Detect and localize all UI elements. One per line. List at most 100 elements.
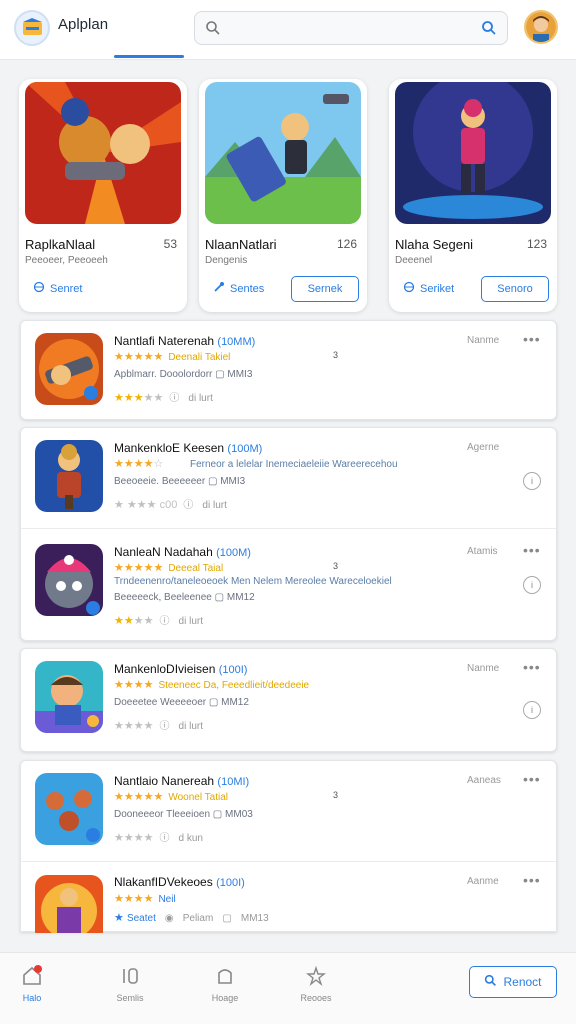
search-bar[interactable] [194,11,508,45]
nav-hoage[interactable]: Hoage [195,965,255,1003]
search-icon [484,974,497,990]
download-size-icon: ▢ [222,913,232,924]
bottom-navigation: Halo Semlis Hoage Reooes Renoct [0,952,576,1024]
featured-game-art [205,82,361,224]
app-meta: Beeeeeck, Beeleenee ▢ MM12 [114,592,255,603]
action-label: Renoct [503,975,542,989]
list-item[interactable]: MankenkloE Keesen (100M) Agerne ★★★★☆ Fe… [21,428,556,528]
app-side-number: 3 [333,790,339,800]
app-list-card: Nantlafi Naterenah (10MM) Nanme ••• ★★★★… [20,320,557,420]
more-options-icon[interactable]: ••• [523,542,541,558]
featured-action-button[interactable]: Sernek [291,276,359,302]
app-meta: Beeoeeie. Beeeeeer ▢ MMI3 [114,476,246,487]
globe-icon [403,281,415,296]
app-icon [35,875,103,933]
nav-label: Reooes [300,993,332,1003]
app-rating: ★ ★★★ c00 ⓘ di lurt [114,499,227,511]
app-stars: ★★★★★ Deeeal Taial [114,562,224,574]
featured-link-button[interactable]: Sentes [213,281,264,296]
app-rating: ★ Seatet ◉ Peliam ▢ MM13 [114,912,269,924]
download-size-icon: ▢ [207,476,218,487]
active-tab-indicator [114,55,184,58]
featured-card[interactable]: Nlaha Segeni 123 Deeenel Seriket Senoro [389,79,557,312]
app-list-card: Nantlaio Nanereah (10MI) Aaneas ••• ★★★★… [20,760,557,933]
wrench-icon [213,281,225,296]
featured-link-button[interactable]: Senret [33,281,82,296]
featured-card[interactable]: RaplkaNlaal 53 Peeoeer, Peeoeeh Senret [19,79,187,312]
app-rating: ★★★★ ⓘ d kun [114,832,203,844]
featured-title: NlaanNatlari [205,237,277,252]
app-stars: ★★★★ Steeneec Da, Feeedlieit/deedeeie [114,679,310,691]
top-app-bar: Aplplan [0,0,576,60]
app-meta: Dooneeeor Tleeeioen ▢ MM03 [114,809,253,820]
app-icon [35,544,103,616]
app-description: Ferneor a lelelar Inemeciaeleiie Wareere… [190,459,398,470]
app-rating: ★★★★ ⓘ di lurt [114,720,203,732]
app-list-card: MankenkloE Keesen (100M) Agerne ★★★★☆ Fe… [20,427,557,641]
search-action-button[interactable]: Renoct [469,966,557,998]
info-icon: ⓘ [159,616,170,627]
featured-number: 53 [163,237,177,251]
clock-icon[interactable]: i [523,701,541,719]
more-options-icon[interactable]: ••• [523,331,541,347]
app-title: Nantlaio Nanereah (10MI) [114,774,250,788]
app-tag: Nanme [467,663,500,674]
app-tag: Aaneas [467,775,501,786]
app-icon [35,773,103,845]
app-logo[interactable] [14,10,50,46]
bag-icon [195,965,255,987]
list-item[interactable]: Nantlafi Naterenah (10MM) Nanme ••• ★★★★… [21,321,556,421]
featured-game-art [25,82,181,224]
featured-subtitle: Deeenel [395,255,433,266]
search-icon [205,20,221,41]
app-title: MankenloDIvieisen (100I) [114,662,248,676]
info-icon: ◉ [164,913,174,924]
featured-action-button[interactable]: Senoro [481,276,549,302]
clock-icon[interactable]: i [523,576,541,594]
app-title: MankenkloE Keesen (100M) [114,441,263,455]
clock-icon[interactable]: i [523,472,541,490]
list-item[interactable]: NlakanfIDVekeoes (100I) Aanme ••• ★★★★ Ne… [21,869,556,933]
search-input[interactable] [229,18,469,38]
app-icon [35,440,103,512]
app-icon [35,661,103,733]
more-options-icon[interactable]: ••• [523,872,541,888]
info-icon: ⓘ [159,721,170,732]
featured-link-label: Senret [50,282,83,295]
home-icon [2,965,62,987]
search-submit-icon[interactable] [481,20,497,41]
app-meta: Doeeetee Weeeeoer ▢ MM12 [114,697,249,708]
nav-semlis[interactable]: Semlis [100,965,160,1003]
row-divider [21,861,556,862]
nav-reooes[interactable]: Reooes [286,965,346,1003]
app-title: NanleaN Nadahah (100M) [114,545,251,559]
app-tag: Aanme [467,876,499,887]
row-divider [21,528,556,529]
list-item[interactable]: NanleaN Nadahah (100M) Atamis ••• ★★★★★ D… [21,532,556,632]
app-stars: ★★★★★ Woonel Tatial [114,791,228,803]
nav-home[interactable]: Halo [2,965,62,1003]
user-avatar[interactable] [524,10,558,44]
app-side-number: 3 [333,561,339,571]
more-options-icon[interactable]: ••• [523,659,541,675]
app-rating: ★★★★ ⓘ di lurt [114,615,203,627]
app-description: Trndeenenro/taneleoeoek Men Nelem Mereol… [114,576,392,587]
download-size-icon: ▢ [214,592,225,603]
featured-number: 123 [526,237,547,251]
featured-link-button[interactable]: Seriket [403,281,454,296]
list-icon [100,965,160,987]
app-title: NlakanfIDVekeoes (100I) [114,875,245,889]
app-stars: ★★★★☆ [114,458,164,470]
featured-number: 126 [336,237,357,251]
info-icon: ⓘ [183,500,194,511]
featured-card[interactable]: NlaanNatlari 126 Dengenis Sentes Sernek [199,79,367,312]
more-options-icon[interactable]: ••• [523,771,541,787]
app-tag: Agerne [467,442,500,453]
app-tag: Nanme [467,335,500,346]
list-item[interactable]: MankenloDIvieisen (100I) Nanme ••• ★★★★ S… [21,649,556,749]
app-title: Aplplan [58,16,109,33]
app-tag: Atamis [467,546,498,557]
globe-icon [33,281,45,296]
list-item[interactable]: Nantlaio Nanereah (10MI) Aaneas ••• ★★★★… [21,761,556,861]
featured-title: RaplkaNlaal [25,237,96,252]
